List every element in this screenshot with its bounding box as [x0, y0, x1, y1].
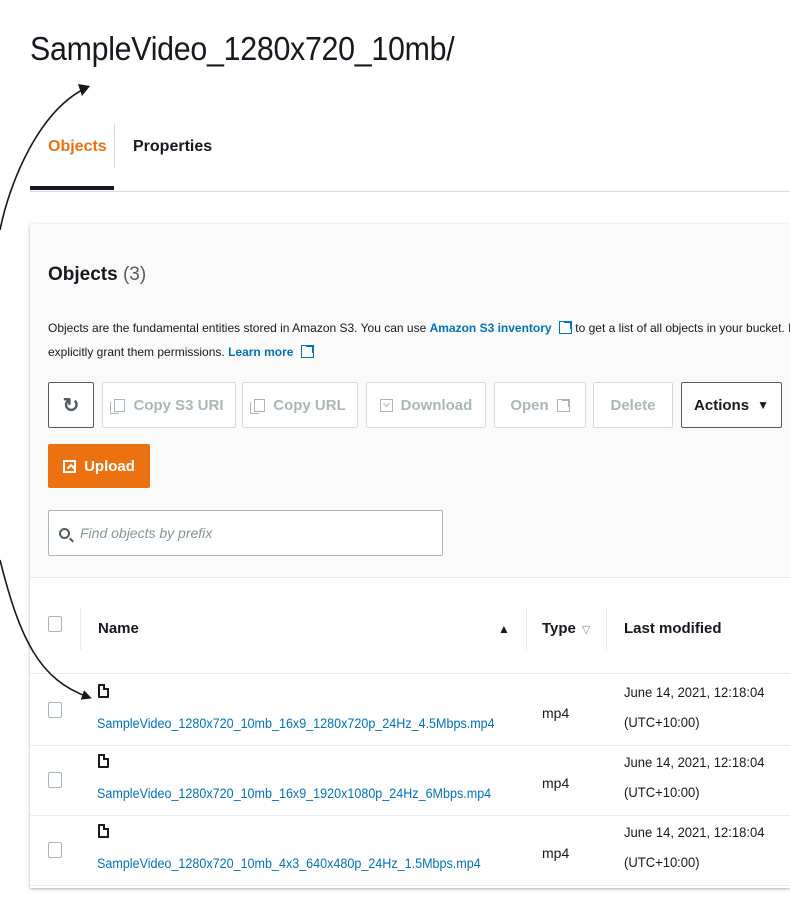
column-header-name[interactable]: Name: [98, 620, 139, 637]
download-button[interactable]: Download: [366, 382, 486, 428]
file-type: mp4: [542, 845, 570, 861]
open-label: Open: [510, 396, 549, 414]
file-type: mp4: [542, 775, 570, 791]
search-field[interactable]: [48, 510, 443, 556]
download-icon: [379, 398, 393, 412]
objects-heading: Objects (3): [48, 264, 146, 286]
copy-icon: [110, 398, 126, 414]
download-label: Download: [400, 396, 473, 414]
actions-label: Actions: [694, 396, 750, 414]
caret-down-icon: ▼: [757, 398, 769, 412]
description-text-2: to get a list of all objects in your buc…: [575, 321, 790, 335]
column-header-type-label: Type: [542, 620, 576, 637]
refresh-button[interactable]: ↻: [48, 382, 94, 428]
file-type: mp4: [542, 705, 570, 721]
file-name-link[interactable]: SampleVideo_1280x720_10mb_16x9_1280x720p…: [97, 716, 495, 731]
sort-ascending-icon[interactable]: ▲: [498, 622, 510, 636]
copy-url-label: Copy URL: [273, 396, 346, 414]
upload-icon: [63, 459, 77, 473]
sort-icon: ▽: [581, 624, 591, 636]
objects-panel: Objects (3) Objects are the fundamental …: [30, 224, 790, 888]
row-checkbox[interactable]: [48, 772, 62, 788]
last-modified-timezone: (UTC+10:00): [624, 784, 700, 800]
search-icon: [59, 527, 70, 539]
column-header-type[interactable]: Type ▽: [542, 620, 590, 637]
copy-s3-uri-label: Copy S3 URI: [133, 396, 224, 414]
column-separator: [80, 608, 81, 650]
description-text-3: explicitly grant them permissions.: [48, 345, 229, 359]
file-name-link[interactable]: SampleVideo_1280x720_10mb_16x9_1920x1080…: [97, 786, 491, 801]
active-tab-indicator: [30, 186, 114, 190]
last-modified-date: June 14, 2021, 12:18:04: [624, 824, 765, 840]
open-button[interactable]: Open: [494, 382, 586, 428]
external-link-icon: [300, 345, 314, 358]
file-icon: [98, 824, 109, 838]
s3-inventory-link[interactable]: Amazon S3 inventory: [430, 321, 572, 335]
copy-url-button[interactable]: Copy URL: [242, 382, 358, 428]
table-row: SampleVideo_1280x720_10mb_16x9_1920x1080…: [30, 746, 790, 816]
external-link-icon: [556, 398, 570, 412]
file-icon: [98, 754, 109, 768]
s3-inventory-link-label: Amazon S3 inventory: [429, 321, 552, 335]
annotation-arrowhead-top: [78, 84, 90, 96]
delete-button[interactable]: Delete: [593, 382, 673, 428]
search-input[interactable]: [80, 525, 420, 541]
copy-s3-uri-button[interactable]: Copy S3 URI: [102, 382, 236, 428]
column-header-last-modified[interactable]: Last modified: [624, 620, 722, 637]
delete-label: Delete: [610, 396, 656, 414]
learn-more-link[interactable]: Learn more: [228, 345, 314, 359]
table-row: SampleVideo_1280x720_10mb_4x3_640x480p_2…: [30, 816, 790, 886]
column-separator: [526, 608, 527, 650]
file-name-link[interactable]: SampleVideo_1280x720_10mb_4x3_640x480p_2…: [97, 856, 481, 871]
description-text-1: Objects are the fundamental entities sto…: [48, 321, 430, 335]
tab-properties[interactable]: Properties: [133, 138, 212, 156]
upload-label: Upload: [84, 457, 135, 475]
copy-icon: [250, 398, 266, 414]
last-modified-date: June 14, 2021, 12:18:04: [624, 754, 765, 770]
column-separator: [606, 608, 607, 650]
external-link-icon: [558, 321, 572, 334]
objects-description-line2: explicitly grant them permissions. Learn…: [48, 342, 314, 362]
select-all-checkbox[interactable]: [48, 616, 62, 632]
objects-heading-label: Objects: [48, 264, 118, 285]
last-modified-timezone: (UTC+10:00): [624, 714, 700, 730]
table-row: SampleVideo_1280x720_10mb_16x9_1280x720p…: [30, 676, 790, 746]
page-title: SampleVideo_1280x720_10mb/: [30, 30, 455, 67]
last-modified-date: June 14, 2021, 12:18:04: [624, 684, 765, 700]
actions-dropdown[interactable]: Actions ▼: [681, 382, 782, 428]
upload-button[interactable]: Upload: [48, 444, 150, 488]
tab-objects[interactable]: Objects: [48, 138, 107, 156]
last-modified-timezone: (UTC+10:00): [624, 854, 700, 870]
refresh-icon: ↻: [62, 394, 80, 417]
row-checkbox[interactable]: [48, 842, 62, 858]
learn-more-label: Learn more: [228, 345, 294, 359]
objects-description: Objects are the fundamental entities sto…: [48, 312, 790, 344]
table-header: Name ▲ Type ▽ Last modified: [30, 577, 790, 674]
file-icon: [98, 684, 109, 698]
tab-bar: Objects Properties: [30, 120, 790, 192]
tab-divider: [114, 124, 115, 168]
objects-count: (3): [122, 264, 147, 285]
row-checkbox[interactable]: [48, 702, 62, 718]
